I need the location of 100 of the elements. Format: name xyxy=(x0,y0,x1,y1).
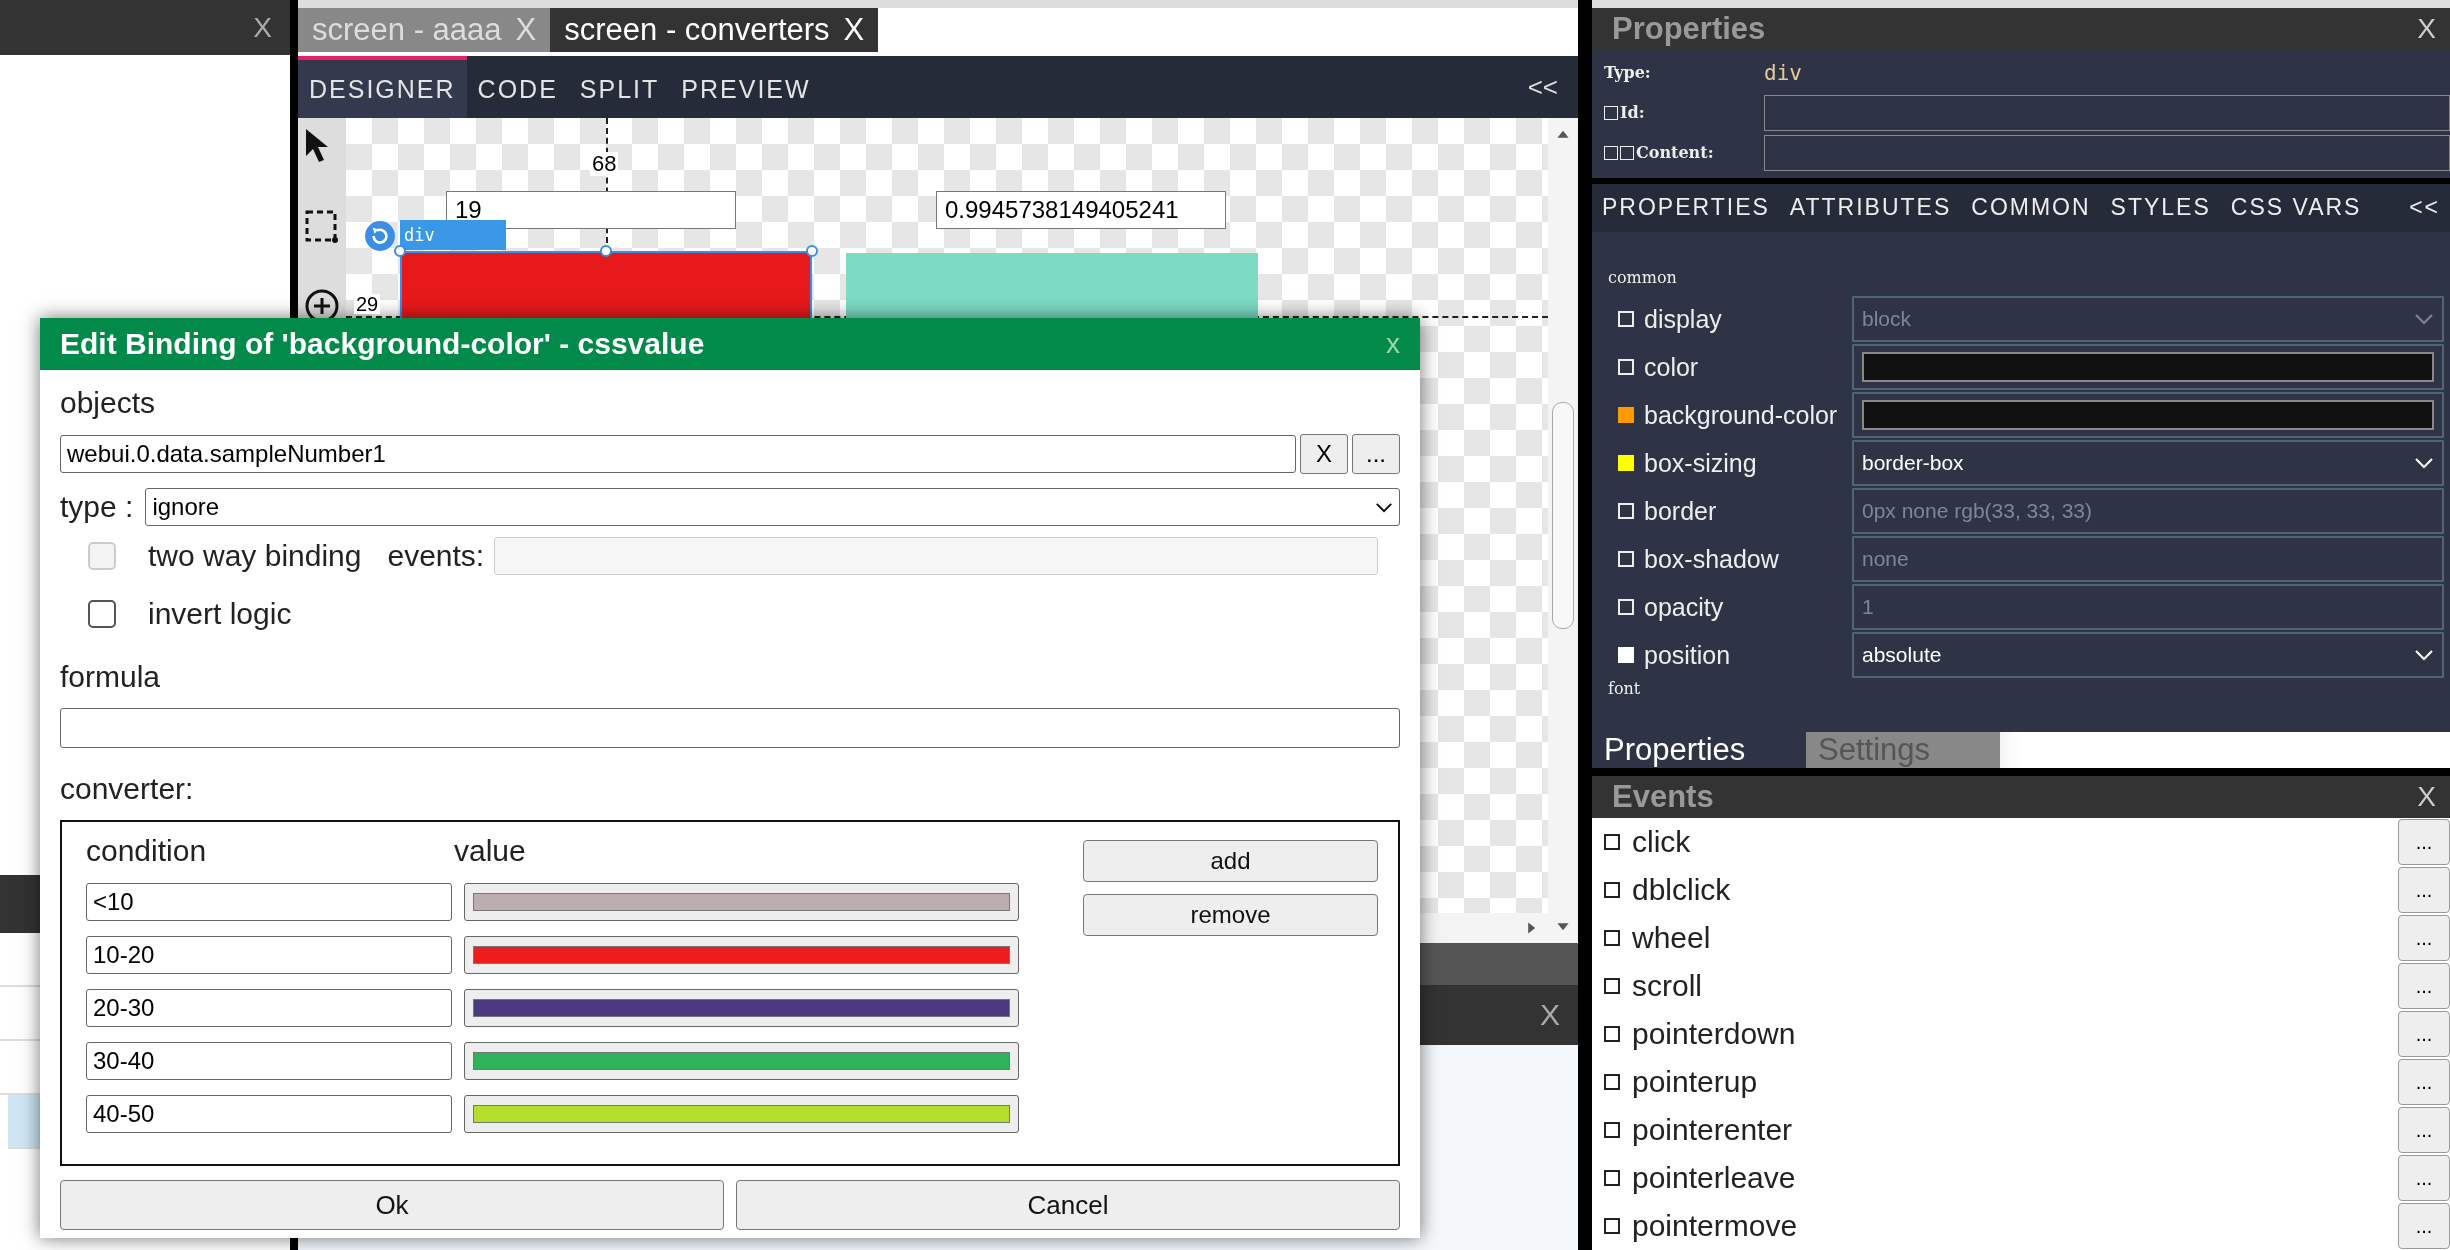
cancel-button[interactable]: Cancel xyxy=(736,1180,1400,1230)
checkbox[interactable] xyxy=(1604,1122,1620,1138)
remove-button[interactable]: remove xyxy=(1082,894,1378,936)
edit-button[interactable]: ... xyxy=(2398,963,2450,1009)
panel-title: Events xyxy=(1612,779,1714,816)
input-field[interactable] xyxy=(1764,94,2450,131)
edit-button[interactable]: ... xyxy=(2398,1107,2450,1153)
color-field[interactable] xyxy=(1852,344,2444,391)
event-name: pointerdown xyxy=(1632,1017,1796,1051)
chevron-icon xyxy=(2414,313,2434,326)
element-label: div xyxy=(400,220,506,250)
close-button[interactable]: X xyxy=(2417,12,2436,45)
field-label: Type: xyxy=(1604,63,1652,83)
property-name: box-shadow xyxy=(1644,544,1779,574)
scrollbar-thumb[interactable] xyxy=(1552,402,1574,629)
section-tab[interactable]: ATTRIBUTES xyxy=(1789,194,1952,222)
type-value: div xyxy=(1764,60,1802,85)
edit-button[interactable]: ... xyxy=(2398,1011,2450,1057)
close-button[interactable]: X xyxy=(2417,781,2436,814)
condition-field[interactable]: 30-40 xyxy=(86,1042,452,1080)
edit-button[interactable]: ... xyxy=(2398,1059,2450,1105)
event-name: pointerenter xyxy=(1632,1113,1793,1147)
section-tab[interactable]: CSS VARS xyxy=(2230,194,2362,222)
chevron-icon xyxy=(2414,457,2434,470)
view-tab[interactable]: CODE xyxy=(466,56,569,118)
property-name: color xyxy=(1644,352,1699,382)
checkbox[interactable] xyxy=(88,600,116,628)
property-name: position xyxy=(1644,640,1731,670)
field-label: objects xyxy=(60,386,157,420)
resize-handle[interactable] xyxy=(806,245,818,257)
color-picker[interactable] xyxy=(464,989,1019,1027)
color-field[interactable] xyxy=(1852,392,2444,439)
checkbox[interactable] xyxy=(1604,1026,1620,1042)
guide-label: 29 xyxy=(354,294,381,314)
chevron-icon xyxy=(1375,501,1393,513)
guide-label: 68 xyxy=(590,152,619,176)
checkbox[interactable] xyxy=(1604,1074,1620,1090)
clear-button[interactable]: X xyxy=(1300,434,1348,474)
checkbox[interactable] xyxy=(1604,834,1620,850)
color-picker[interactable] xyxy=(464,1095,1019,1133)
edit-button[interactable]: ... xyxy=(2398,1155,2450,1201)
input-field[interactable] xyxy=(60,708,1400,748)
section-tab[interactable]: STYLES xyxy=(2110,194,2211,222)
condition-field[interactable]: 40-50 xyxy=(86,1095,452,1133)
select-field[interactable]: absolute xyxy=(1852,632,2444,679)
event-name: pointerleave xyxy=(1632,1161,1796,1195)
color-picker[interactable] xyxy=(464,883,1019,921)
edit-button[interactable]: ... xyxy=(2398,819,2450,865)
section-label: common xyxy=(1608,268,1678,288)
field-label: events: xyxy=(387,539,485,573)
condition-field[interactable]: <10 xyxy=(86,883,452,921)
edit-button[interactable]: ... xyxy=(2398,915,2450,961)
rotate-icon[interactable] xyxy=(364,220,396,252)
editor-tab[interactable]: screen - converters X xyxy=(550,8,879,52)
event-name: pointermove xyxy=(1632,1209,1798,1243)
column-header: value xyxy=(454,834,526,868)
property-name: box-sizing xyxy=(1644,448,1757,478)
column-header: condition xyxy=(86,834,208,868)
section-tab[interactable]: COMMON xyxy=(1971,194,2091,222)
close-button[interactable]: X xyxy=(253,11,272,44)
event-name: pointerup xyxy=(1632,1065,1758,1099)
section-tab[interactable]: PROPERTIES xyxy=(1602,194,1770,222)
resize-handle[interactable] xyxy=(600,245,612,257)
panel-title: Properties xyxy=(1612,10,1766,47)
field-label: converter: xyxy=(60,772,195,806)
view-tab[interactable]: DESIGNER xyxy=(298,56,467,118)
add-button[interactable]: add xyxy=(1082,840,1378,882)
checkbox[interactable] xyxy=(1604,1170,1620,1186)
collapse-button[interactable]: << xyxy=(1527,71,1578,103)
color-picker[interactable] xyxy=(464,936,1019,974)
field-label: formula xyxy=(60,660,162,694)
collapse-button[interactable]: << xyxy=(2409,194,2440,222)
checkbox-label: two way binding xyxy=(148,539,362,573)
browse-button[interactable]: ... xyxy=(1352,434,1400,474)
input-field[interactable] xyxy=(1764,134,2450,171)
checkbox[interactable] xyxy=(1604,882,1620,898)
condition-field[interactable]: 20-30 xyxy=(86,989,452,1027)
event-name: dblclick xyxy=(1632,873,1731,907)
checkbox[interactable] xyxy=(1604,930,1620,946)
close-button[interactable]: X xyxy=(1540,998,1560,1032)
field-label: Content: xyxy=(1636,143,1714,163)
input-field[interactable]: 19 xyxy=(446,191,736,229)
checkbox[interactable] xyxy=(1604,978,1620,994)
resize-handle[interactable] xyxy=(394,245,406,257)
input-field[interactable]: webui.0.data.sampleNumber1 xyxy=(60,435,1296,473)
ok-button[interactable]: Ok xyxy=(60,1180,724,1230)
edit-button[interactable]: ... xyxy=(2398,867,2450,913)
view-tab[interactable]: SPLIT xyxy=(568,56,671,118)
view-tab[interactable]: PREVIEW xyxy=(670,56,822,118)
color-picker[interactable] xyxy=(464,1042,1019,1080)
edit-button[interactable]: ... xyxy=(2398,1203,2450,1249)
condition-field[interactable]: 10-20 xyxy=(86,936,452,974)
event-name: wheel xyxy=(1632,921,1711,955)
scrollbar[interactable] xyxy=(1548,118,1578,943)
section-label: font xyxy=(1608,679,1642,699)
select-field[interactable]: border-box xyxy=(1852,440,2444,487)
checkbox[interactable] xyxy=(1604,1218,1620,1234)
input-field[interactable]: 0.9945738149405241 xyxy=(936,191,1226,229)
status-marker[interactable] xyxy=(1618,407,1634,424)
select-field[interactable]: ignore xyxy=(145,488,1400,526)
